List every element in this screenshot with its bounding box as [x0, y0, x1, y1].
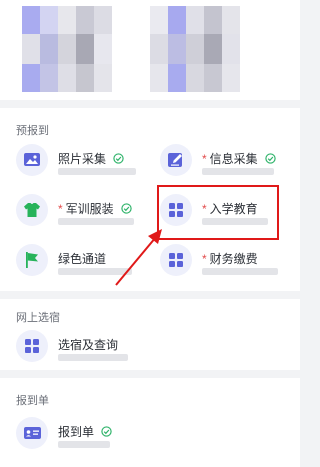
tile-subtext-blurred — [202, 268, 278, 275]
qr-code-image-left — [22, 6, 122, 94]
check-circle-icon — [113, 153, 125, 164]
required-star: * — [202, 252, 207, 266]
required-star: * — [58, 202, 63, 216]
tile-label: 报到单 — [58, 423, 113, 440]
tile-label: 照片采集 — [58, 150, 125, 167]
qr-code-card — [0, 0, 300, 100]
red-pointer-arrow — [115, 229, 162, 286]
required-star: * — [202, 152, 207, 166]
section-title: 报到单 — [16, 395, 49, 407]
section-report-form: 报到单 报到单 — [0, 378, 300, 467]
check-circle-icon — [265, 153, 276, 164]
tile-label: * 信息采集 — [202, 150, 276, 167]
section-title: 网上选宿 — [16, 312, 60, 324]
tile-label: * 财务缴费 — [202, 252, 258, 266]
tile-subtext-blurred — [202, 168, 274, 175]
tile-label: * 军训服装 — [58, 200, 132, 217]
check-circle-icon — [101, 426, 113, 437]
section-dorm-selection: 网上选宿 选宿及查询 — [0, 299, 300, 370]
tile-subtext-blurred — [58, 218, 134, 225]
tile-report-form[interactable]: 报到单 — [16, 417, 156, 461]
tile-photo-collection[interactable]: 照片采集 — [16, 144, 156, 188]
grid-icon — [16, 330, 48, 362]
tile-label: 选宿及查询 — [58, 338, 119, 352]
check-circle-icon — [121, 203, 132, 214]
tile-subtext-blurred — [58, 354, 128, 361]
edit-form-icon — [160, 144, 192, 176]
tile-finance-payment[interactable]: * 财务缴费 — [160, 244, 300, 288]
photo-icon — [16, 144, 48, 176]
green-flag-icon — [16, 244, 48, 276]
tile-info-collection[interactable]: * 信息采集 — [160, 144, 300, 188]
id-card-icon — [16, 417, 48, 449]
tshirt-icon — [16, 194, 48, 226]
tile-label: 绿色通道 — [58, 252, 107, 266]
qr-code-image-right — [150, 6, 250, 94]
tile-subtext-blurred — [58, 441, 110, 448]
tile-dorm-select-query[interactable]: 选宿及查询 — [16, 330, 156, 374]
tile-subtext-blurred — [58, 168, 136, 175]
section-title: 预报到 — [16, 125, 49, 137]
highlight-box — [157, 185, 279, 240]
